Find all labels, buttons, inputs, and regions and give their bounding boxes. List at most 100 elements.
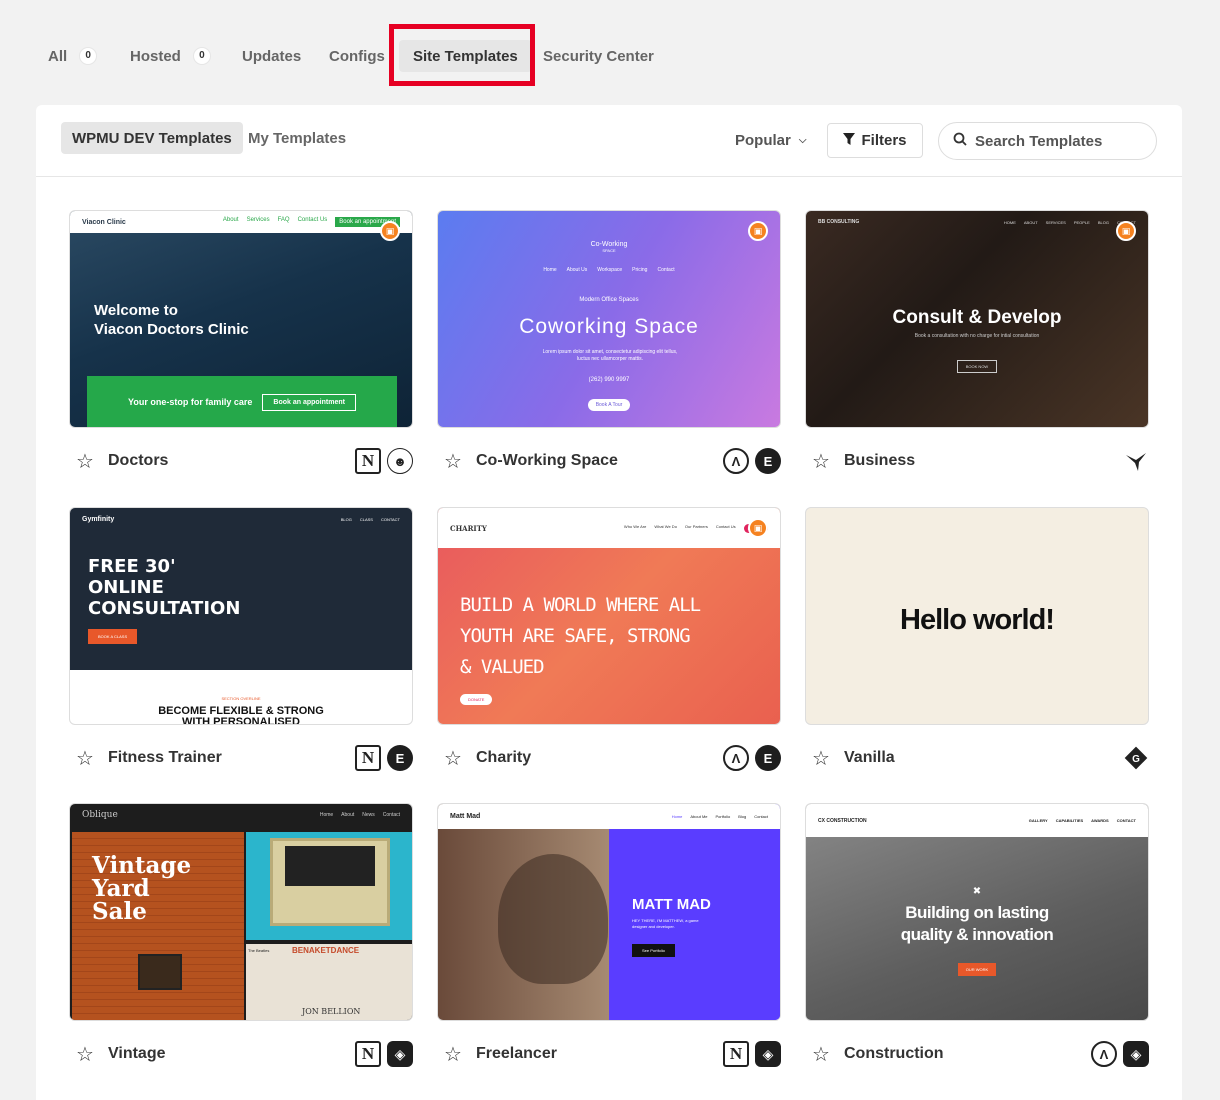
astra-builder-icon: Λ [723, 745, 749, 771]
astra-builder-icon: Λ [723, 448, 749, 474]
panel-header: WPMU DEV Templates My Templates Popular … [36, 105, 1182, 177]
template-preview[interactable]: Hello world! [805, 507, 1149, 725]
template-card-vanilla[interactable]: Hello world! ☆ Vanilla G [805, 507, 1149, 787]
preview-headline: FREE 30' [88, 556, 176, 577]
favorite-star-icon[interactable]: ☆ [444, 1042, 466, 1067]
favorite-star-icon[interactable]: ☆ [76, 1042, 98, 1067]
template-name: Construction [844, 1045, 944, 1062]
favorite-star-icon[interactable]: ☆ [812, 746, 834, 771]
preview-button: DONATE [460, 694, 493, 705]
preview-nav-item: Services [246, 217, 270, 223]
favorite-star-icon[interactable]: ☆ [812, 449, 834, 474]
preview-nav-item: Home [543, 267, 557, 273]
preview-nav-item: ABOUT [1023, 219, 1038, 225]
template-name: Fitness Trainer [108, 749, 222, 766]
preview-brand: Viacon Clinic [82, 218, 126, 226]
card-footer: ☆ Charity Λ E [437, 743, 781, 773]
preview-nav-item: Who We Are [623, 523, 647, 529]
preview-body: HEY THERE, I'M MATTHEW, a game designer … [632, 918, 699, 929]
filters-label: Filters [861, 132, 907, 149]
template-name: Vintage [108, 1045, 166, 1062]
pro-badge-icon: ▣ [748, 518, 768, 538]
favorite-star-icon[interactable]: ☆ [812, 1042, 834, 1067]
template-preview[interactable]: Gymfinity BLOG CLASS CONTACT FREE 30' ON… [69, 507, 413, 725]
elementor-builder-icon: E [387, 745, 413, 771]
preview-nav: Oblique Home About News Contact [70, 804, 412, 826]
n-builder-icon: N [355, 1041, 381, 1067]
preview-headline: MATT MAD [632, 896, 711, 913]
favorite-star-icon[interactable]: ☆ [76, 746, 98, 771]
template-card-construction[interactable]: CX CONSTRUCTION GALLERY CAPABILITIES AWA… [805, 803, 1149, 1083]
preview-nav-item: Workspace [597, 267, 623, 273]
filter-icon [843, 133, 856, 148]
tab-security-center[interactable]: Security Center [543, 40, 654, 72]
pro-badge-icon: ▣ [380, 221, 400, 241]
template-preview[interactable]: Co-Working SPACE Home About Us Workspace… [437, 210, 781, 428]
preview-record-label: The Beatles [248, 948, 270, 953]
card-footer: ☆ Freelancer N ◈ [437, 1039, 781, 1069]
template-card-freelancer[interactable]: Matt Mad Home About Me Portfolio Blog Co… [437, 803, 781, 1083]
card-footer: ☆ Business [805, 446, 1149, 476]
preview-headline: Viacon Doctors Clinic [94, 321, 249, 338]
pro-badge-icon: ▣ [748, 221, 768, 241]
preview-nav-item: Home [319, 812, 334, 818]
template-preview[interactable]: CHARITY Who We Are What We Do Our Partne… [437, 507, 781, 725]
preview-bar-text: Your one-stop for family care [128, 397, 253, 407]
template-preview[interactable]: BB CONSULTING HOME ABOUT SERVICES PEOPLE… [805, 210, 1149, 428]
tab-all[interactable]: All 0 [48, 40, 98, 72]
template-card-vintage[interactable]: Oblique Home About News Contact Vintage … [69, 803, 413, 1083]
preview-nav-item: About Us [566, 267, 588, 273]
tab-updates[interactable]: Updates [242, 40, 301, 72]
preview-nav-item: AWARDS [1091, 818, 1109, 823]
filters-button[interactable]: Filters [827, 123, 923, 158]
tab-all-label: All [48, 47, 68, 65]
preview-nav-item: Contact [657, 267, 675, 273]
preview-nav-item: Home [671, 814, 683, 819]
preview-phone: (262) 990 9997 [588, 377, 630, 383]
search-input[interactable] [975, 132, 1145, 150]
preview-headline: & VALUED [460, 656, 545, 678]
tab-wpmu-dev-templates[interactable]: WPMU DEV Templates [61, 122, 243, 154]
n-builder-icon: N [355, 448, 381, 474]
template-preview[interactable]: CX CONSTRUCTION GALLERY CAPABILITIES AWA… [805, 803, 1149, 1021]
template-card-fitness[interactable]: Gymfinity BLOG CLASS CONTACT FREE 30' ON… [69, 507, 413, 787]
preview-nav-item: GALLERY [1028, 818, 1048, 823]
preview-brand: Matt Mad [450, 813, 481, 820]
favorite-star-icon[interactable]: ☆ [444, 449, 466, 474]
template-name: Doctors [108, 452, 169, 469]
elementor-builder-icon: E [755, 745, 781, 771]
favorite-star-icon[interactable]: ☆ [76, 449, 98, 474]
preview-nav-item: BLOG [1097, 219, 1109, 225]
favorite-star-icon[interactable]: ☆ [444, 746, 466, 771]
template-name: Vanilla [844, 749, 895, 766]
template-name: Charity [476, 749, 532, 766]
preview-button: BOOK A CLASS [88, 629, 138, 644]
preview-headline: Sale [92, 898, 147, 925]
template-card-business[interactable]: BB CONSULTING HOME ABOUT SERVICES PEOPLE… [805, 210, 1149, 490]
svg-text:G: G [1132, 754, 1140, 765]
preview-headline: BUILD A WORLD WHERE ALL [460, 594, 701, 616]
preview-headline: Building on lasting [905, 903, 1049, 922]
preview-nav-item: HOME [1003, 219, 1016, 225]
preview-button: Book A Tour [587, 399, 631, 411]
tab-configs[interactable]: Configs [329, 40, 385, 72]
preview-brand: BB CONSULTING [818, 219, 860, 225]
preview-nav: BB CONSULTING HOME ABOUT SERVICES PEOPLE… [806, 211, 1148, 233]
preview-nav-item: Pricing [632, 267, 648, 273]
tab-hosted[interactable]: Hosted 0 [130, 40, 211, 72]
sort-dropdown[interactable]: Popular ⌵ [735, 128, 806, 152]
template-preview[interactable]: Matt Mad Home About Me Portfolio Blog Co… [437, 803, 781, 1021]
tab-security-center-label: Security Center [543, 47, 654, 65]
search-icon [953, 132, 967, 151]
template-preview[interactable]: Oblique Home About News Contact Vintage … [69, 803, 413, 1021]
template-card-charity[interactable]: CHARITY Who We Are What We Do Our Partne… [437, 507, 781, 787]
layers-builder-icon: ◈ [755, 1041, 781, 1067]
template-preview[interactable]: Viacon Clinic About Services FAQ Contact… [69, 210, 413, 428]
preview-nav: Gymfinity BLOG CLASS CONTACT [70, 508, 412, 530]
preview-button: BOOK NOW [956, 360, 998, 373]
template-card-doctors[interactable]: Viacon Clinic About Services FAQ Contact… [69, 210, 413, 490]
preview-brand: Gymfinity [82, 515, 115, 523]
preview-headline: Hello world! [900, 604, 1055, 636]
template-card-coworking[interactable]: Co-Working SPACE Home About Us Workspace… [437, 210, 781, 490]
tab-my-templates[interactable]: My Templates [237, 122, 357, 154]
